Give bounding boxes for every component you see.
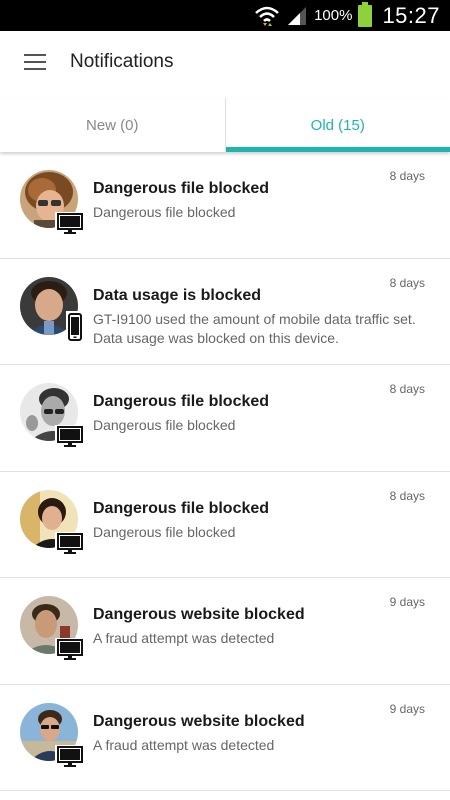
notification-description: Dangerous file blocked bbox=[93, 204, 236, 220]
battery-icon bbox=[358, 1, 373, 27]
notification-time: 8 days bbox=[389, 382, 425, 396]
notification-time: 9 days bbox=[389, 701, 425, 716]
tab-bar: New (0) Old (15) bbox=[0, 98, 450, 152]
clock: 15:27 bbox=[382, 2, 440, 28]
notification-title: Data usage is blocked bbox=[93, 286, 262, 304]
notification-item[interactable]: Dangerous website blocked A fraud attemp… bbox=[0, 578, 450, 685]
notification-item[interactable]: Data usage is blocked GT-I9100 used the … bbox=[0, 259, 450, 365]
battery-percent: 100% bbox=[314, 7, 353, 24]
notification-description: Dangerous file blocked bbox=[93, 523, 236, 540]
monitor-icon bbox=[55, 638, 85, 662]
monitor-icon bbox=[55, 531, 85, 556]
notification-title: Dangerous file blocked bbox=[93, 180, 270, 197]
notification-title: Dangerous website blocked bbox=[93, 606, 305, 623]
notification-item[interactable]: Dangerous file blocked Dangerous file bl… bbox=[0, 152, 450, 259]
tab-old[interactable]: Old (15) bbox=[225, 98, 450, 152]
monitor-icon bbox=[55, 212, 85, 236]
notification-time: 8 days bbox=[389, 169, 425, 183]
status-bar: 100% 15:27 bbox=[0, 0, 450, 31]
notification-description: GT-I9100 used the amount of mobile data … bbox=[93, 310, 416, 346]
wifi-icon bbox=[254, 5, 280, 27]
notification-time: 8 days bbox=[389, 488, 425, 503]
notification-item[interactable]: Dangerous file blocked Dangerous file bl… bbox=[0, 472, 450, 578]
monitor-icon bbox=[55, 744, 85, 769]
notification-title: Dangerous website blocked bbox=[93, 712, 305, 730]
tab-new[interactable]: New (0) bbox=[0, 98, 226, 152]
phone-icon bbox=[66, 310, 84, 343]
menu-button[interactable] bbox=[0, 31, 70, 93]
signal-icon bbox=[286, 6, 308, 26]
notification-item[interactable]: Dangerous file blocked Dangerous file bl… bbox=[0, 365, 450, 472]
notification-description: Dangerous file blocked bbox=[93, 417, 236, 433]
page-title: Notifications bbox=[70, 51, 174, 72]
notification-title: Dangerous file blocked bbox=[93, 393, 270, 410]
notification-description: A fraud attempt was detected bbox=[93, 736, 275, 753]
notification-title: Dangerous file blocked bbox=[93, 499, 270, 517]
notification-description: A fraud attempt was detected bbox=[93, 630, 275, 646]
notification-list: Dangerous file blocked Dangerous file bl… bbox=[0, 152, 450, 791]
hamburger-menu-icon bbox=[24, 54, 46, 70]
notification-time: 8 days bbox=[389, 275, 425, 290]
app-bar: Notifications bbox=[0, 31, 450, 93]
monitor-icon bbox=[55, 425, 85, 449]
notification-time: 9 days bbox=[389, 595, 425, 609]
notification-item[interactable]: Dangerous website blocked A fraud attemp… bbox=[0, 685, 450, 791]
